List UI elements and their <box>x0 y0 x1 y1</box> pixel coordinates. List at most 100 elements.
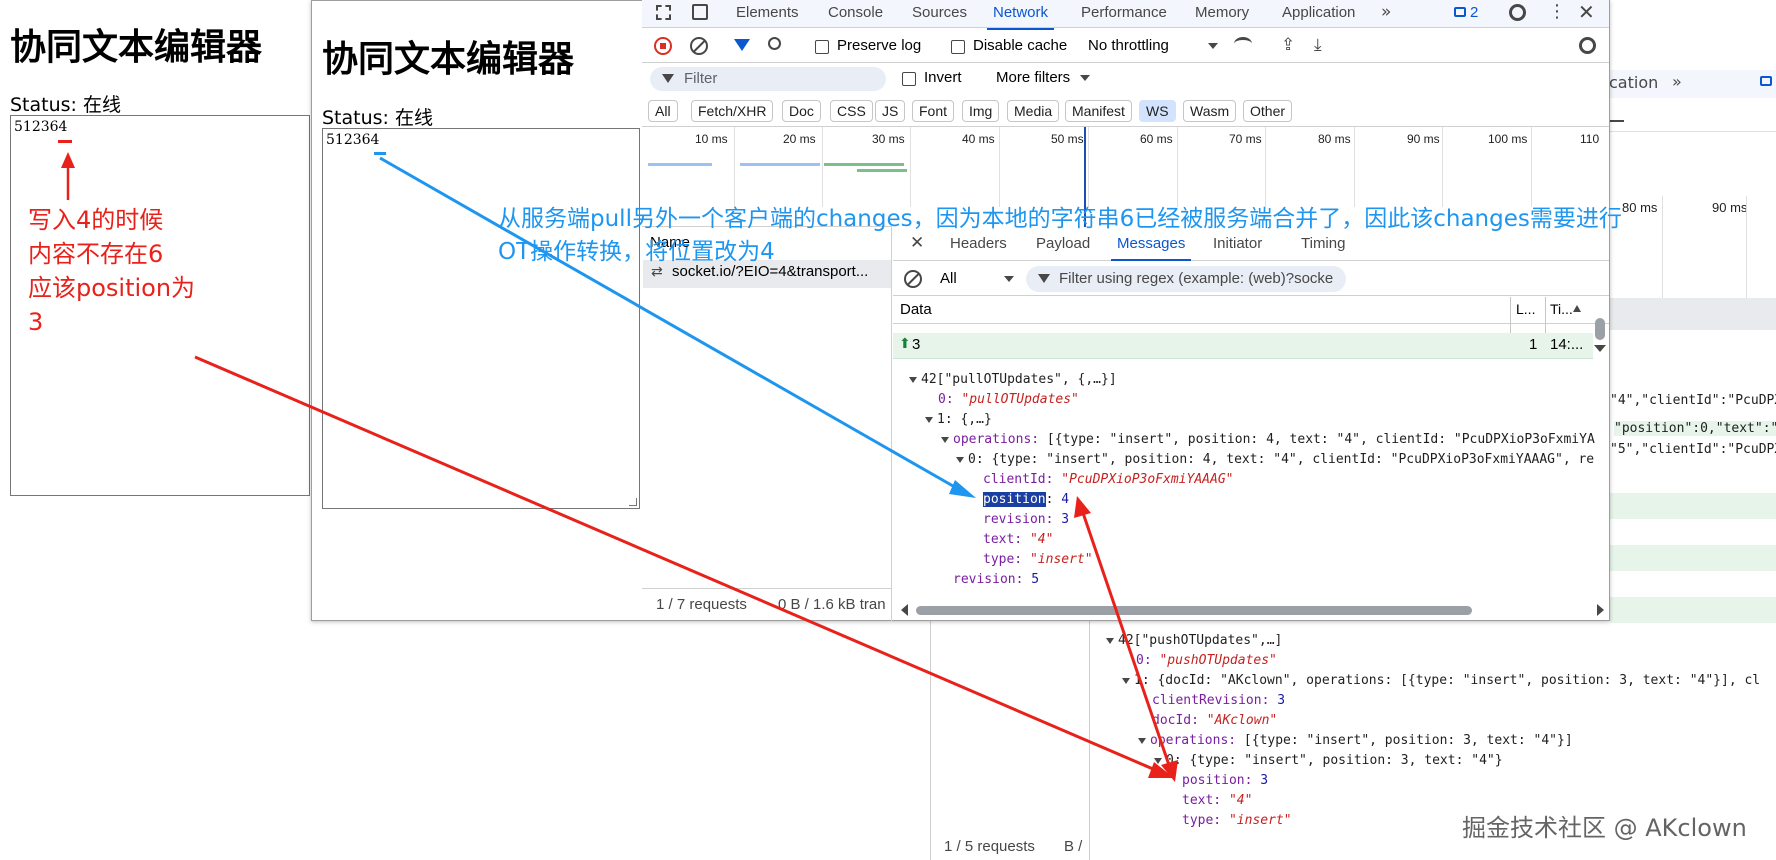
left-status-text: Status: 在线 <box>10 94 121 116</box>
back-ms-90: 90 ms <box>1712 200 1748 215</box>
front-editor-content: 512364 <box>326 132 380 148</box>
back-overflow-line3: "5","clientId":"PcuDPXic <box>1610 442 1776 457</box>
scroll-right-icon[interactable] <box>1597 604 1604 616</box>
push-tree-op0[interactable]: 0: {type: "insert", position: 3, text: "… <box>1154 753 1503 768</box>
col-length[interactable]: L... <box>1516 301 1535 317</box>
left-editor-content: 512364 <box>14 119 68 135</box>
push-tree-l3[interactable]: 1: {docId: "AKclown", operations: [{type… <box>1122 673 1760 688</box>
pull-tree-op0[interactable]: 0: {type: "insert", position: 4, text: "… <box>956 452 1594 467</box>
filter-icon <box>1038 274 1050 283</box>
push-tree-type: type: "insert" <box>1182 813 1292 828</box>
ms-110: 110 <box>1580 132 1600 146</box>
pull-tree-type: type: "insert" <box>983 552 1093 567</box>
back-green-row <box>1610 493 1776 519</box>
messages-table-header <box>893 297 1609 324</box>
push-tree-position: position: 3 <box>1182 773 1269 788</box>
detail-tab-messages[interactable]: Messages <box>1110 235 1192 261</box>
detail-tab-headers[interactable]: Headers <box>950 235 1007 252</box>
ms-100: 100 ms <box>1488 132 1528 146</box>
push-tree-l2: 0: "pushOTUpdates" <box>1136 653 1277 668</box>
expand-arrow-icon[interactable] <box>956 456 964 463</box>
back-green-row <box>1610 597 1776 623</box>
footer-requests: 1 / 7 requests <box>656 596 747 613</box>
pull-tree-l1[interactable]: 42["pullOTUpdates", {,…}] <box>909 372 1117 387</box>
footer-transferred: 0 B / 1.6 kB tran <box>778 596 886 613</box>
detail-tabs: Headers Payload Messages Initiator Timin… <box>893 233 1493 261</box>
pull-tree-operations[interactable]: operations: [{type: "insert", position: … <box>941 432 1595 447</box>
front-editor-textarea[interactable]: 512364 <box>322 128 640 509</box>
message-row-sent[interactable]: ⬆ 3 1 14:... <box>893 333 1593 359</box>
expand-arrow-icon[interactable] <box>1106 637 1114 644</box>
back-overflow-line1: "4","clientId":"PcuDPXic <box>1610 393 1776 408</box>
ms-70: 70 ms <box>1229 132 1262 146</box>
left-page-title: 协同文本编辑器 <box>10 27 263 68</box>
push-tree-operations[interactable]: operations: [{type: "insert", position: … <box>1138 733 1573 748</box>
message-list-scrollbar[interactable] <box>1595 318 1605 340</box>
detail-tab-initiator[interactable]: Initiator <box>1213 235 1262 252</box>
back-request-sidebar-edge <box>930 620 931 860</box>
ms-10: 10 ms <box>695 132 728 146</box>
left-editor-textarea[interactable]: 512364 <box>10 115 310 496</box>
ms-80: 80 ms <box>1318 132 1351 146</box>
ms-40: 40 ms <box>962 132 995 146</box>
blue-annotation-line1: 从服务端pull另外一个客户端的changes，因为本地的字符串6已经被服务端合… <box>498 206 1622 232</box>
left-caret-marker <box>58 140 72 143</box>
push-tree-docId: docId: "AKclown" <box>1152 713 1278 728</box>
message-detail-pane: 42["pullOTUpdates", {,…}] 0: "pullOTUpda… <box>893 360 1609 621</box>
sort-up-icon[interactable] <box>1573 305 1581 312</box>
timeline-waterfall-bar <box>824 163 904 166</box>
col-time[interactable]: Ti... <box>1550 301 1573 317</box>
scroll-left-icon[interactable] <box>901 604 908 616</box>
push-tree-l1[interactable]: 42["pushOTUpdates",…] <box>1106 633 1282 648</box>
detail-tab-timing[interactable]: Timing <box>1301 235 1345 252</box>
back-footer-bytes: B / <box>1064 838 1083 855</box>
clear-messages-icon[interactable] <box>904 270 922 288</box>
pull-tree-text: text: "4" <box>983 532 1054 547</box>
watermark: 掘金技术社区 @ AKclown <box>1462 814 1747 842</box>
ms-90: 90 ms <box>1407 132 1440 146</box>
messages-type-select[interactable]: All <box>940 270 1014 287</box>
expand-arrow-icon[interactable] <box>1138 737 1146 744</box>
detail-tab-payload[interactable]: Payload <box>1036 235 1090 252</box>
red-annotation-line1: 写入4的时候 <box>28 206 164 234</box>
scroll-down-icon[interactable] <box>1594 345 1606 352</box>
red-annotation-line4: 3 <box>28 308 44 336</box>
expand-arrow-icon[interactable] <box>1122 677 1130 684</box>
push-tree-text: text: "4" <box>1182 793 1253 808</box>
back-overflow-line2: "position":0,"text":"5"}] <box>1614 421 1776 436</box>
push-tree-clientRevision: clientRevision: 3 <box>1152 693 1286 708</box>
back-request-list-edge <box>1089 620 1090 860</box>
back-row-highlight <box>1610 298 1776 330</box>
expand-arrow-icon[interactable] <box>1154 757 1162 764</box>
expand-arrow-icon[interactable] <box>909 376 917 383</box>
message-row-length: 1 <box>1529 336 1538 353</box>
ms-60: 60 ms <box>1140 132 1173 146</box>
pull-tree-outer-revision: revision: 5 <box>953 572 1040 587</box>
back-ms-80: 80 ms <box>1622 200 1658 215</box>
messages-regex-placeholder: Filter using regex (example: (web)?socke <box>1059 270 1334 287</box>
front-page-title: 协同文本编辑器 <box>322 39 575 80</box>
pull-tree-clientId: clientId: "PcuDPXioP3oFxmiYAAAG" <box>983 472 1234 487</box>
ms-20: 20 ms <box>783 132 816 146</box>
expand-arrow-icon[interactable] <box>941 436 949 443</box>
chevron-down-icon <box>1004 276 1014 282</box>
message-row-time: 14:... <box>1550 336 1584 353</box>
sent-arrow-icon: ⬆ <box>899 336 911 352</box>
back-toolbar-row <box>1610 100 1776 132</box>
expand-arrow-icon[interactable] <box>925 416 933 423</box>
back-issues-icon[interactable] <box>1760 76 1772 86</box>
back-more-tabs-icon[interactable]: » <box>1672 72 1682 91</box>
red-annotation-line2: 内容不存在6 <box>28 240 164 268</box>
back-green-row <box>1610 545 1776 571</box>
back-upload-icon[interactable] <box>1610 108 1624 122</box>
horizontal-scrollbar-thumb[interactable] <box>916 606 1472 615</box>
ms-50: 50 ms <box>1051 132 1084 146</box>
col-data[interactable]: Data <box>900 301 932 318</box>
back-tab-application-partial[interactable]: cation <box>1609 73 1658 92</box>
pull-tree-l3[interactable]: 1: {,…} <box>925 412 992 427</box>
messages-regex-filter[interactable]: Filter using regex (example: (web)?socke <box>1026 266 1346 292</box>
ms-30: 30 ms <box>872 132 905 146</box>
red-annotation-line3: 应该position为 <box>28 274 196 302</box>
pull-tree-revision: revision: 3 <box>983 512 1070 527</box>
resize-handle-icon[interactable] <box>629 498 637 506</box>
